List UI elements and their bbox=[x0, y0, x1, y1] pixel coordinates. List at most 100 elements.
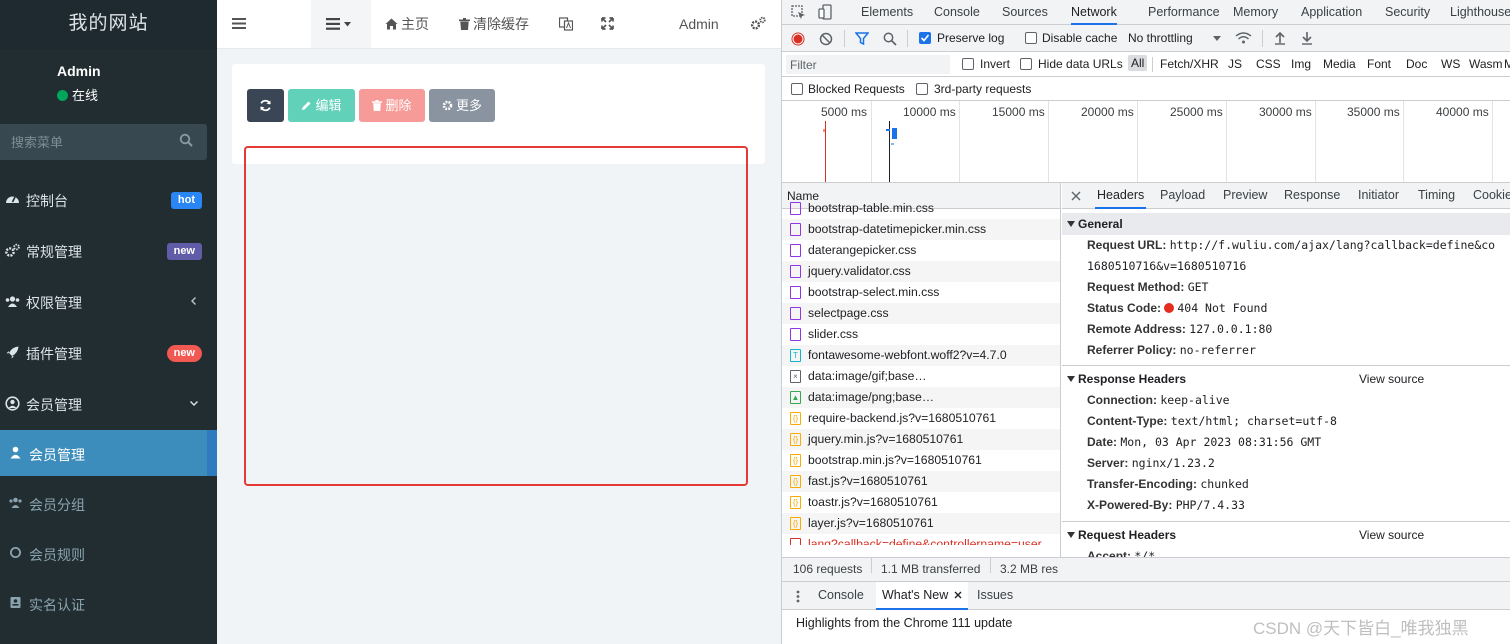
view-source-link[interactable]: View source bbox=[1359, 368, 1424, 390]
view-source-link[interactable]: View source bbox=[1359, 524, 1424, 546]
tab-initiator[interactable]: Initiator bbox=[1358, 183, 1399, 209]
submenu-member-group[interactable]: 会员分组 bbox=[0, 479, 217, 529]
third-party-checkbox[interactable] bbox=[916, 83, 928, 95]
invert-checkbox[interactable] bbox=[962, 58, 974, 70]
submenu-real-name[interactable]: 实名认证 bbox=[0, 579, 217, 629]
preserve-log-checkbox[interactable] bbox=[919, 32, 931, 44]
request-row[interactable]: bootstrap-table.min.css bbox=[782, 198, 1060, 219]
drawer-tab-console[interactable]: Console bbox=[818, 582, 864, 610]
clear-icon[interactable] bbox=[819, 32, 833, 46]
search-icon[interactable] bbox=[883, 32, 897, 46]
tab-lighthouse[interactable]: Lighthouse bbox=[1450, 0, 1510, 25]
request-row[interactable]: {} toastr.js?v=1680510761 bbox=[782, 492, 1060, 513]
clear-cache-button[interactable]: 清除缓存 bbox=[459, 0, 529, 48]
request-row[interactable]: {} require-backend.js?v=1680510761 bbox=[782, 408, 1060, 429]
submenu-member-rule[interactable]: 会员规则 bbox=[0, 529, 217, 579]
home-link[interactable]: 主页 bbox=[385, 0, 429, 48]
request-row[interactable]: lang?callback=define&controllername=user… bbox=[782, 534, 1060, 545]
device-toolbar-icon[interactable] bbox=[818, 4, 832, 20]
filter-type-wasm[interactable]: Wasm bbox=[1469, 57, 1503, 71]
network-conditions-icon[interactable] bbox=[1235, 31, 1252, 45]
tab-security[interactable]: Security bbox=[1385, 0, 1430, 25]
sidebar-toggle[interactable] bbox=[232, 0, 252, 48]
menu-member[interactable]: 会员管理 bbox=[0, 379, 217, 429]
filter-type-font[interactable]: Font bbox=[1367, 57, 1391, 71]
request-name: lang?callback=define&controllername=user… bbox=[808, 537, 1055, 545]
more-button[interactable]: 更多 bbox=[429, 89, 495, 122]
drawer-tab-issues[interactable]: Issues bbox=[977, 582, 1013, 610]
filter-type-manifest[interactable]: Ma bbox=[1504, 57, 1510, 71]
request-row[interactable]: {} fast.js?v=1680510761 bbox=[782, 471, 1060, 492]
filter-type-media[interactable]: Media bbox=[1323, 57, 1356, 71]
filter-icon[interactable] bbox=[855, 32, 869, 45]
request-headers-section-header[interactable]: Request Headers View source bbox=[1062, 524, 1510, 546]
filter-type-css[interactable]: CSS bbox=[1256, 57, 1281, 71]
request-row[interactable]: × data:image/gif;base… bbox=[782, 366, 1060, 387]
network-status-bar: 106 requests 1.1 MB transferred 3.2 MB r… bbox=[782, 557, 1510, 581]
tab-payload[interactable]: Payload bbox=[1160, 183, 1205, 209]
request-row[interactable]: {} jquery.min.js?v=1680510761 bbox=[782, 429, 1060, 450]
network-overview-timeline[interactable]: 5000 ms 10000 ms 15000 ms 20000 ms 25000… bbox=[782, 101, 1510, 183]
filter-type-fetch[interactable]: Fetch/XHR bbox=[1160, 57, 1219, 71]
menu-dashboard[interactable]: 控制台 hot bbox=[0, 175, 217, 225]
user-status-label: 在线 bbox=[72, 88, 99, 103]
menu-search-input[interactable] bbox=[0, 124, 170, 160]
disable-cache-checkbox[interactable] bbox=[1025, 32, 1037, 44]
request-row[interactable]: bootstrap-select.min.css bbox=[782, 282, 1060, 303]
export-har-icon[interactable] bbox=[1301, 31, 1313, 45]
tab-application[interactable]: Application bbox=[1301, 0, 1362, 25]
general-section-header[interactable]: General bbox=[1062, 213, 1510, 235]
refresh-button[interactable] bbox=[247, 89, 284, 122]
kebab-menu-icon[interactable] bbox=[796, 590, 800, 603]
request-row[interactable]: {} bootstrap.min.js?v=1680510761 bbox=[782, 450, 1060, 471]
import-har-icon[interactable] bbox=[1274, 31, 1286, 45]
menu-general[interactable]: 常规管理 new bbox=[0, 226, 217, 276]
filter-type-ws[interactable]: WS bbox=[1441, 57, 1460, 71]
tab-sources[interactable]: Sources bbox=[1002, 0, 1048, 25]
network-filter-input[interactable] bbox=[786, 55, 950, 74]
delete-button[interactable]: 删除 bbox=[359, 89, 425, 122]
menu-addon[interactable]: 插件管理 new bbox=[0, 328, 217, 378]
tabs-menu-button[interactable] bbox=[311, 0, 371, 48]
submenu-member-list[interactable]: 会员管理 bbox=[0, 430, 217, 476]
record-icon[interactable] bbox=[791, 32, 805, 46]
filter-type-img[interactable]: Img bbox=[1291, 57, 1311, 71]
filter-type-js[interactable]: JS bbox=[1228, 57, 1242, 71]
tab-timing[interactable]: Timing bbox=[1418, 183, 1455, 209]
filter-type-all[interactable]: All bbox=[1128, 55, 1148, 71]
request-row[interactable]: Tfontawesome-webfont.woff2?v=4.7.0 bbox=[782, 345, 1060, 366]
close-icon[interactable] bbox=[1071, 191, 1081, 201]
tab-performance[interactable]: Performance bbox=[1148, 0, 1220, 25]
request-row[interactable]: {} layer.js?v=1680510761 bbox=[782, 513, 1060, 534]
filter-type-doc[interactable]: Doc bbox=[1406, 57, 1427, 71]
tab-preview[interactable]: Preview bbox=[1223, 183, 1267, 209]
header-value: nginx/1.23.2 bbox=[1131, 456, 1215, 470]
request-row[interactable]: daterangepicker.css bbox=[782, 240, 1060, 261]
tab-response[interactable]: Response bbox=[1284, 183, 1340, 209]
search-icon[interactable] bbox=[179, 133, 197, 151]
tab-network[interactable]: Network bbox=[1071, 0, 1117, 25]
hide-data-urls-checkbox[interactable] bbox=[1020, 58, 1032, 70]
tab-cookies[interactable]: Cookies bbox=[1473, 183, 1510, 209]
tab-console[interactable]: Console bbox=[934, 0, 980, 25]
tab-elements[interactable]: Elements bbox=[861, 0, 913, 25]
tab-headers[interactable]: Headers bbox=[1095, 183, 1147, 209]
throttling-select[interactable]: No throttling bbox=[1128, 31, 1193, 45]
request-row[interactable]: slider.css bbox=[782, 324, 1060, 345]
request-row[interactable]: jquery.validator.css bbox=[782, 261, 1060, 282]
request-row[interactable]: bootstrap-datetimepicker.min.css bbox=[782, 219, 1060, 240]
edit-button[interactable]: 编辑 bbox=[288, 89, 355, 122]
request-row[interactable]: selectpage.css bbox=[782, 303, 1060, 324]
chevron-left-icon bbox=[189, 296, 199, 306]
inspect-icon[interactable] bbox=[791, 5, 806, 20]
blocked-requests-checkbox[interactable] bbox=[791, 83, 803, 95]
tab-memory[interactable]: Memory bbox=[1233, 0, 1278, 25]
close-icon[interactable] bbox=[954, 591, 962, 599]
request-row[interactable]: ▲ data:image/png;base… bbox=[782, 387, 1060, 408]
menu-member-label: 会员管理 bbox=[26, 397, 82, 413]
admin-user-menu[interactable]: Admin bbox=[679, 0, 719, 48]
menu-auth[interactable]: 权限管理 bbox=[0, 277, 217, 327]
drawer-tab-whats-new[interactable]: What's New bbox=[876, 582, 969, 610]
site-logo[interactable]: 我的网站 bbox=[0, 0, 217, 49]
response-headers-section-header[interactable]: Response Headers View source bbox=[1062, 368, 1510, 390]
